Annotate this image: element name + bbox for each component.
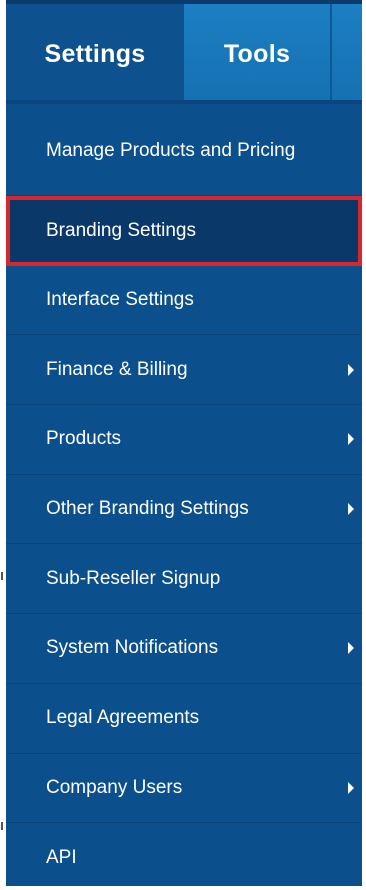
menu-item-label: Products (46, 428, 121, 450)
menu-item-label: Interface Settings (46, 289, 194, 311)
tab-tools-label: Tools (223, 39, 291, 68)
background-mark (1, 572, 3, 580)
chevron-right-icon (348, 642, 354, 655)
menu-item-manage-products-and-pricing[interactable]: Manage Products and Pricing (6, 104, 362, 196)
menu-item-finance-billing[interactable]: Finance & Billing (6, 335, 362, 406)
menu-item-label: Other Branding Settings (46, 498, 249, 520)
menu-item-label: Legal Agreements (46, 707, 200, 729)
menu-item-branding-settings[interactable]: Branding Settings (6, 196, 362, 266)
settings-menu-list: Manage Products and Pricing Branding Set… (6, 104, 362, 886)
tab-overflow[interactable] (330, 4, 362, 104)
menu-item-label: System Notifications (46, 637, 219, 659)
menu-item-api[interactable]: API (6, 823, 362, 886)
menu-item-legal-agreements[interactable]: Legal Agreements (6, 683, 362, 754)
menu-item-label: Branding Settings (46, 219, 196, 241)
menu-item-sub-reseller-signup[interactable]: Sub-Reseller Signup (6, 544, 362, 615)
menu-item-label: Finance & Billing (46, 358, 188, 380)
menu-item-interface-settings[interactable]: Interface Settings (6, 265, 362, 336)
page: Settings Tools Manage Products and Prici… (0, 0, 366, 890)
menu-item-label: API (46, 846, 77, 868)
chevron-right-icon (348, 503, 354, 516)
menu-item-label: Company Users (46, 776, 183, 798)
menu-item-label: Manage Products and Pricing (46, 139, 296, 161)
tab-bar: Settings Tools (6, 0, 362, 104)
menu-item-products[interactable]: Products (6, 405, 362, 475)
menu-item-label: Sub-Reseller Signup (46, 567, 221, 589)
tab-settings[interactable]: Settings (6, 4, 184, 104)
background-mark (1, 822, 3, 830)
menu-item-company-users[interactable]: Company Users (6, 753, 362, 824)
chevron-right-icon (348, 433, 354, 446)
tab-settings-label: Settings (44, 39, 146, 68)
tab-tools[interactable]: Tools (184, 4, 330, 104)
menu-item-other-branding-settings[interactable]: Other Branding Settings (6, 474, 362, 545)
chevron-right-icon (348, 363, 354, 376)
settings-dropdown-menu: Settings Tools Manage Products and Prici… (6, 0, 362, 886)
chevron-right-icon (348, 781, 354, 794)
menu-item-system-notifications[interactable]: System Notifications (6, 614, 362, 684)
